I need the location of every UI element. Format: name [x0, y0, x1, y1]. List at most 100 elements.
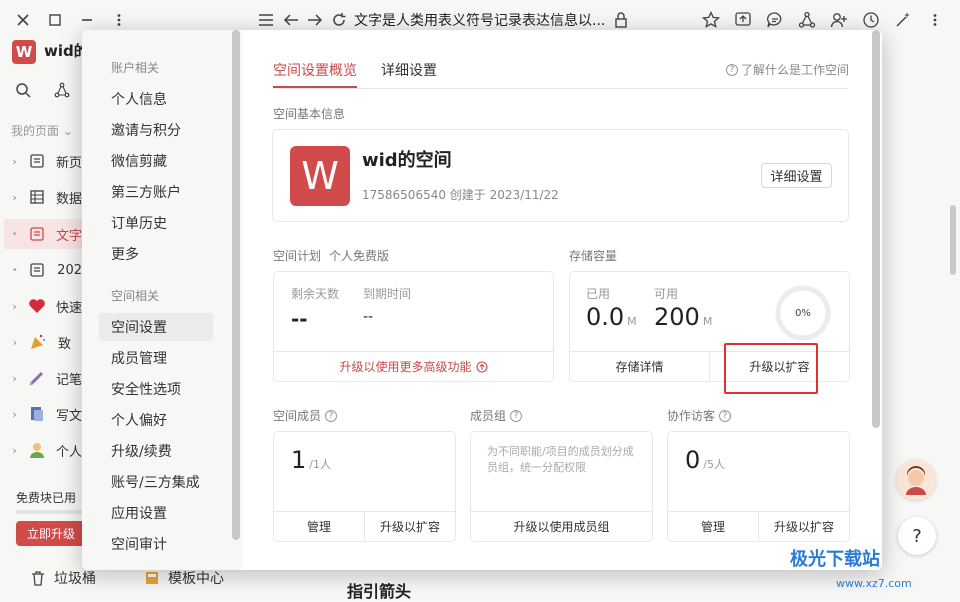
chevron-right-icon[interactable]: ›	[8, 191, 21, 204]
chevron-right-icon[interactable]: ›	[8, 372, 21, 385]
sidebar-item-active[interactable]: • 文字	[4, 219, 82, 249]
assistant-avatar[interactable]	[896, 460, 936, 500]
space-meta: 17586506540 创建于 2023/11/22	[362, 188, 559, 202]
back-arrow-icon[interactable]	[281, 10, 301, 30]
chevron-right-icon[interactable]: ›	[8, 408, 21, 421]
guests-upgrade-button[interactable]: 升级以扩容	[758, 512, 849, 541]
lock-icon[interactable]	[611, 10, 631, 30]
search-icon[interactable]	[13, 80, 33, 100]
sidebar-item[interactable]: › 新页	[0, 146, 82, 176]
nav-item-invite[interactable]: 邀请与积分	[99, 116, 213, 144]
available-value: 200 M	[654, 303, 713, 331]
guests-label: 协作访客 ?	[667, 407, 732, 424]
chevron-right-icon[interactable]: ›	[8, 155, 21, 168]
members-footer: 管理 升级以扩容	[274, 511, 455, 541]
minimize-icon[interactable]	[77, 10, 97, 30]
paper-icon	[27, 404, 46, 424]
nav-item-security[interactable]: 安全性选项	[99, 375, 213, 403]
comment-icon[interactable]	[765, 10, 785, 30]
tab-overview[interactable]: 空间设置概览	[273, 60, 357, 80]
detail-settings-button[interactable]: 详细设置	[761, 163, 832, 188]
space-info-card: W wid的空间 17586506540 创建于 2023/11/22 详细设置	[272, 129, 849, 222]
party-icon	[28, 332, 48, 352]
groups-upgrade-button[interactable]: 升级以使用成员组	[471, 512, 652, 541]
nav-item-integrations[interactable]: 账号/三方集成	[99, 468, 213, 496]
maximize-icon[interactable]	[45, 10, 65, 30]
forward-arrow-icon[interactable]	[305, 10, 325, 30]
remaining-days-label: 剩余天数	[291, 287, 340, 301]
share-icon[interactable]	[733, 10, 753, 30]
add-person-icon[interactable]	[829, 10, 849, 30]
tab-active-indicator	[273, 86, 357, 88]
question-icon[interactable]: ?	[719, 409, 732, 422]
members-label: 空间成员 ?	[273, 407, 338, 424]
upgrade-features-link[interactable]: 升级以使用更多高级功能	[274, 352, 553, 381]
my-pages-label[interactable]: 我的页面 ⌄	[11, 122, 73, 139]
content-scrollbar[interactable]	[872, 30, 880, 428]
members-upgrade-button[interactable]: 升级以扩容	[364, 512, 455, 541]
sidebar-item[interactable]: › 致	[0, 327, 82, 357]
graph-icon[interactable]	[52, 80, 72, 100]
graph-icon[interactable]	[797, 10, 817, 30]
help-button[interactable]: ?	[898, 517, 936, 555]
sidebar-item[interactable]: › 个人	[0, 435, 82, 465]
workspace-logo[interactable]: W	[12, 40, 36, 64]
page-scrollbar[interactable]	[950, 205, 956, 275]
more-vertical-icon[interactable]	[109, 10, 129, 30]
nav-item-audit[interactable]: 空间审计	[99, 530, 213, 558]
sidebar-item[interactable]: › 记笔	[0, 363, 82, 393]
settings-content: 空间设置概览 详细设置 ? 了解什么是工作空间 空间基本信息 W wid的空间 …	[242, 30, 882, 570]
sidebar-item[interactable]: › 写文	[0, 399, 82, 429]
star-icon[interactable]	[701, 10, 721, 30]
space-logo[interactable]: W	[290, 146, 350, 206]
upgrade-now-button[interactable]: 立即升级	[16, 521, 86, 546]
more-vertical-icon[interactable]	[925, 10, 945, 30]
question-icon: ?	[726, 63, 738, 76]
nav-item-wechat-clip[interactable]: 微信剪藏	[99, 147, 213, 175]
watermark-logo: 极光下载站	[790, 549, 880, 570]
nav-item-space-settings[interactable]: 空间设置	[99, 313, 213, 341]
members-manage-button[interactable]: 管理	[274, 512, 364, 541]
refresh-icon[interactable]	[329, 10, 349, 30]
nav-item-profile[interactable]: 个人信息	[99, 85, 213, 113]
expire-label: 到期时间	[363, 287, 412, 301]
nav-item-members[interactable]: 成员管理	[99, 344, 213, 372]
templates-button[interactable]: 模板中心	[144, 568, 224, 588]
guests-manage-button[interactable]: 管理	[668, 512, 758, 541]
nav-item-orders[interactable]: 订单历史	[99, 209, 213, 237]
sidebar-item[interactable]: › 数据	[0, 182, 82, 212]
nav-item-app-settings[interactable]: 应用设置	[99, 499, 213, 527]
nav-item-third-party[interactable]: 第三方账户	[99, 178, 213, 206]
doc-icon	[27, 224, 46, 244]
sidebar-item[interactable]: • 202	[0, 255, 82, 285]
history-icon[interactable]	[861, 10, 881, 30]
nav-scrollbar[interactable]	[232, 30, 240, 540]
page-title: 文字是人类用表义符号记录表达信息以...	[354, 13, 606, 29]
chevron-right-icon[interactable]: ›	[8, 444, 21, 457]
storage-details-button[interactable]: 存储详情	[570, 352, 709, 381]
plan-name: 个人免费版	[329, 249, 390, 263]
sidebar-item-label: 数据	[55, 191, 82, 207]
sidebar-item[interactable]: › 快速	[0, 291, 82, 321]
question-icon[interactable]: ?	[325, 409, 338, 422]
arrow-up-circle-icon	[475, 360, 488, 373]
highlight-box	[724, 343, 818, 394]
sidebar-item-label: 快速	[55, 300, 82, 316]
nav-item-upgrade[interactable]: 升级/续费	[99, 437, 213, 465]
menu-icon[interactable]	[256, 10, 276, 30]
nav-item-preferences[interactable]: 个人偏好	[99, 406, 213, 434]
nav-item-more[interactable]: 更多	[99, 240, 213, 268]
close-icon[interactable]	[13, 10, 33, 30]
used-value: 0.0 M	[586, 303, 637, 331]
question-icon[interactable]: ?	[510, 409, 523, 422]
trash-button[interactable]: 垃圾桶	[30, 568, 96, 588]
chevron-right-icon[interactable]: ›	[8, 300, 21, 313]
magic-wand-icon[interactable]	[893, 10, 913, 30]
tab-detail-settings[interactable]: 详细设置	[381, 60, 437, 80]
storage-percent: 0%	[795, 307, 811, 319]
chevron-right-icon[interactable]: ›	[8, 336, 22, 349]
sidebar-item-label: 新页	[55, 155, 82, 171]
trash-icon	[30, 570, 46, 586]
plan-label: 空间计划 个人免费版	[273, 249, 390, 263]
help-link[interactable]: ? 了解什么是工作空间	[726, 61, 849, 78]
